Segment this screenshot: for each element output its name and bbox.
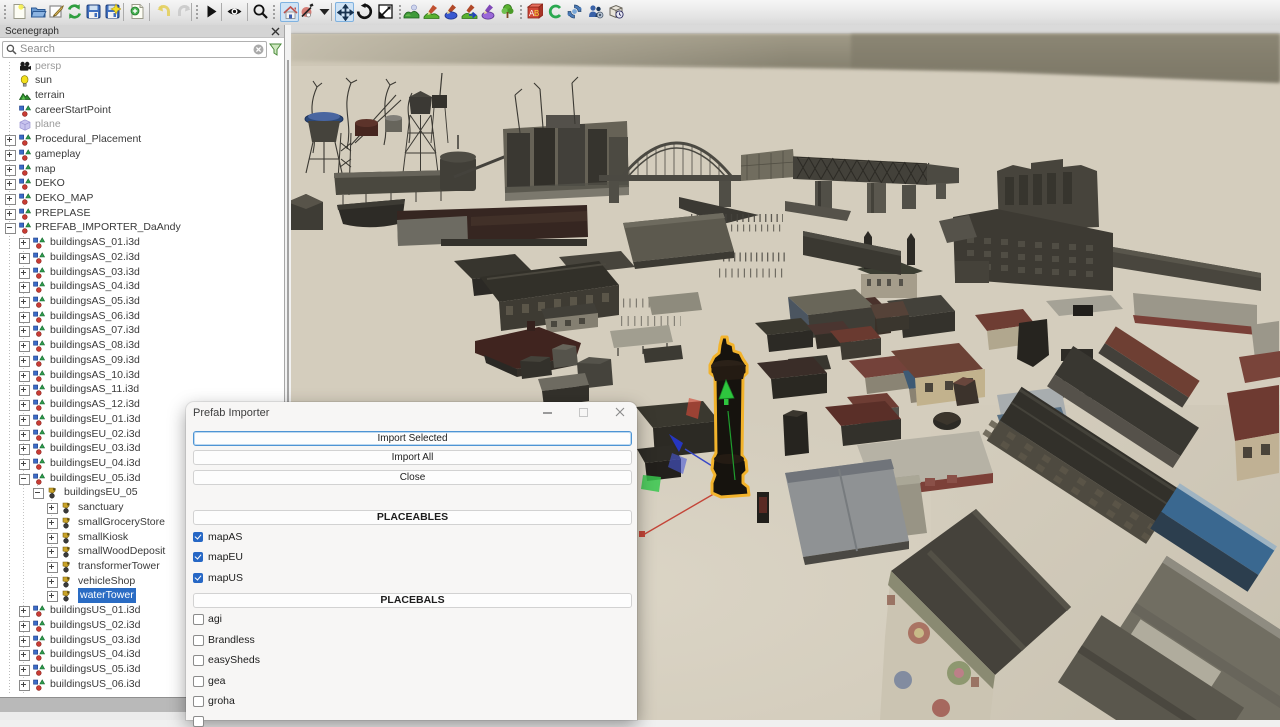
svg-text:B: B <box>534 9 539 18</box>
